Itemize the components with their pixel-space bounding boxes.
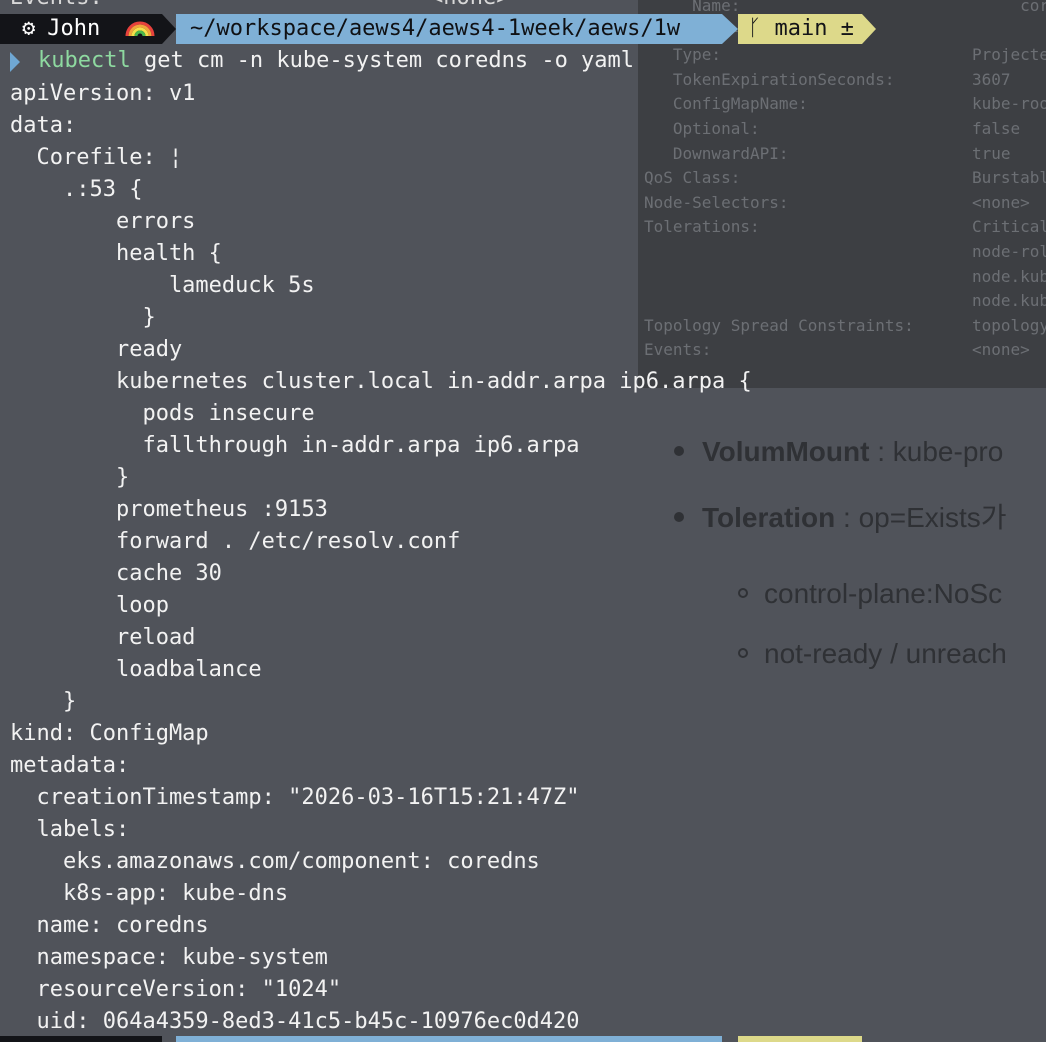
list-item-volummount: VolumMount : kube-pro (674, 436, 1003, 468)
yaml-line: Corefile: ¦ (10, 145, 183, 170)
yaml-line: kubernetes cluster.local in-addr.arpa ip… (10, 369, 752, 394)
yaml-line: k8s-app: kube-dns (10, 881, 289, 906)
yaml-line: labels: (10, 817, 130, 842)
segment-separator-icon (722, 14, 738, 44)
yaml-line: resourceVersion: "1024" (10, 977, 342, 1002)
rainbow-icon (125, 21, 155, 37)
describe-key: Topology Spread Constraints: (644, 315, 914, 335)
background-describe-window: Name: coredns kube-api-access-8pxnq: Typ… (638, 0, 1046, 388)
describe-value: 3607 (972, 69, 1011, 89)
describe-value: node.kub (972, 291, 1046, 311)
gear-icon: ⚙ (22, 16, 36, 41)
describe-value: node.kub (972, 266, 1046, 286)
yaml-line: namespace: kube-system (10, 945, 328, 970)
describe-value: Critical (972, 217, 1046, 237)
yaml-line: lameduck 5s (10, 273, 315, 298)
yaml-line: loadbalance (10, 657, 262, 682)
describe-key: Tolerations: (644, 217, 760, 237)
sub-bullet-icon (738, 647, 748, 658)
describe-value: true (972, 143, 1011, 163)
sub-bullet-icon (738, 587, 748, 598)
yaml-line: data: (10, 113, 77, 138)
list-item-toleration: Toleration : op=Exists가 (674, 496, 1007, 536)
describe-value: false (972, 119, 1021, 138)
describe-value: topology (972, 315, 1046, 335)
yaml-line: name: coredns (10, 913, 209, 938)
background-document: VolumMount : kube-pro Toleration : op=Ex… (638, 388, 1046, 1042)
yaml-line: health { (10, 241, 222, 266)
describe-value: Burstabl (972, 168, 1046, 188)
describe-value: Projecte (972, 45, 1046, 65)
next-prompt-bar (0, 1036, 1046, 1042)
prompt-chevron-icon (10, 52, 20, 72)
yaml-line: errors (10, 209, 196, 234)
sublist-item-control-plane: control-plane:NoSc (738, 578, 1002, 610)
yaml-line: fallthrough in-addr.arpa ip6.arpa (10, 433, 580, 458)
sublist-item-not-ready: not-ready / unreach (738, 638, 1007, 670)
yaml-line: pods insecure (10, 401, 315, 426)
prompt-bar: ⚙ John ~/workspace/aews4/aews4-1week/aews… (0, 14, 1046, 44)
yaml-line: creationTimestamp: "2026-03-16T15:21:47Z… (10, 785, 580, 810)
describe-value: node-rol (972, 242, 1046, 261)
describe-key: Node-Selectors: (644, 192, 789, 212)
yaml-line: .:53 { (10, 177, 143, 202)
describe-key: TokenExpirationSeconds: (644, 69, 895, 89)
yaml-line: forward . /etc/resolv.conf (10, 529, 461, 554)
describe-key: Type: (644, 45, 722, 65)
yaml-line: } (10, 465, 130, 490)
yaml-line: loop (10, 593, 169, 618)
git-branch-icon: ᚴ (748, 16, 762, 41)
segment-separator-icon (162, 14, 176, 44)
describe-value: kube-roo (972, 94, 1046, 114)
yaml-line: cache 30 (10, 561, 222, 586)
bullet-icon (674, 511, 684, 522)
bullet-icon (674, 445, 684, 456)
yaml-line: uid: 064a4359-8ed3-41c5-b45c-10976ec0d42… (10, 1009, 580, 1034)
yaml-line: } (10, 305, 156, 330)
previous-output-line: Events:<none> (10, 0, 509, 10)
prompt-git-segment: ᚴ main ± (738, 14, 862, 44)
yaml-line: metadata: (10, 753, 130, 778)
yaml-line: prometheus :9153 (10, 497, 328, 522)
describe-value: <none> (972, 340, 1030, 360)
describe-key: Events: (644, 340, 712, 360)
yaml-line: apiVersion: v1 (10, 81, 196, 106)
describe-value: <none> (972, 192, 1030, 212)
describe-key: DownwardAPI: (644, 143, 789, 163)
yaml-line: kind: ConfigMap (10, 721, 209, 746)
command-line[interactable]: kubectl get cm -n kube-system coredns -o… (38, 45, 634, 77)
yaml-line: ready (10, 337, 183, 362)
segment-separator-icon (862, 14, 876, 44)
prompt-user-segment: ⚙ John (0, 14, 162, 44)
yaml-line: } (10, 689, 77, 714)
yaml-line: eks.amazonaws.com/component: coredns (10, 849, 540, 874)
describe-key: ConfigMapName: (644, 94, 808, 114)
describe-key: QoS Class: (644, 168, 741, 188)
yaml-line: reload (10, 625, 196, 650)
describe-key: Optional: (644, 119, 760, 138)
prompt-path-segment: ~/workspace/aews4/aews4-1week/aews/1w (176, 14, 722, 44)
